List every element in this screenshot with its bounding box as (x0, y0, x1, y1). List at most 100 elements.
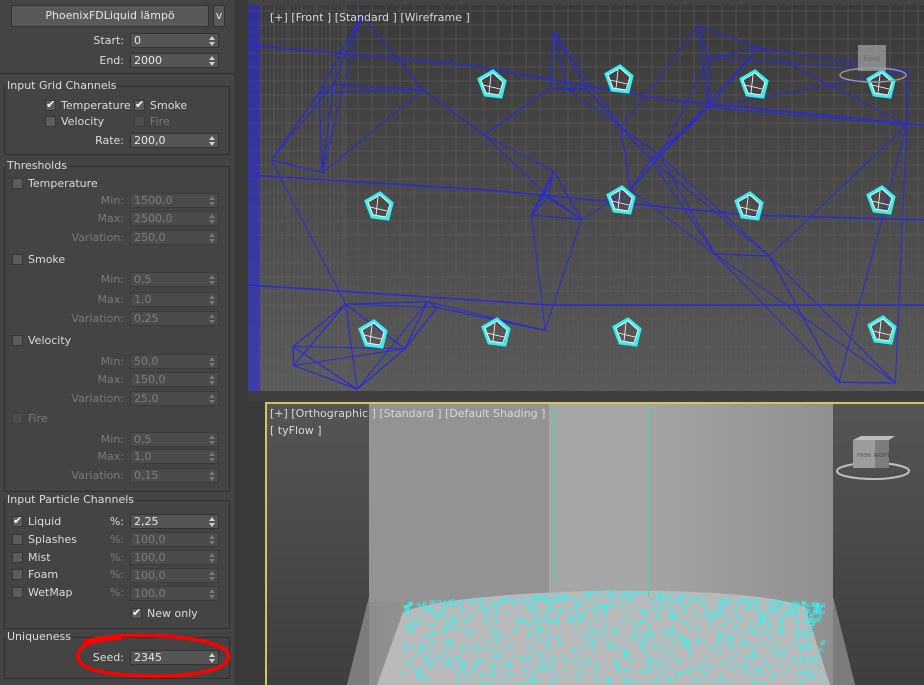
more-button[interactable]: v (213, 5, 225, 27)
smoke-threshold-checkbox[interactable] (12, 254, 23, 265)
orthographic-viewport-canvas[interactable] (265, 402, 924, 685)
smoke-min-spinner[interactable]: 0,5 (130, 272, 219, 287)
foam-pct-spinner[interactable]: 100,0 (130, 568, 219, 583)
viewcube-front-label: FRON (857, 453, 871, 459)
spinner-arrows-icon[interactable] (208, 534, 215, 545)
fire-variation-value: 0,15 (134, 469, 159, 482)
spinner-arrows-icon[interactable] (208, 356, 215, 367)
end-label: End: (99, 54, 124, 67)
front-viewport-canvas[interactable] (248, 5, 924, 391)
front-viewport-label[interactable]: [+] [Front ] [Standard ] [Wireframe ] (270, 11, 470, 24)
wetmap-pct-value: 100,0 (134, 587, 166, 600)
splashes-checkbox[interactable] (12, 534, 23, 545)
liquid-label: Liquid (28, 515, 62, 528)
spinner-arrows-icon[interactable] (208, 374, 215, 385)
modifier-panel: PhoenixFDLiquid lämpö v Start: 0 End: 20… (0, 0, 234, 685)
fire-threshold-checkbox[interactable] (12, 413, 23, 424)
velocity-variation-spinner[interactable]: 25,0 (130, 391, 219, 406)
smoke-channel-checkbox[interactable]: ✔ (134, 98, 145, 111)
velocity-max-label: Max: (97, 373, 124, 386)
start-spinner[interactable]: 0 (130, 33, 219, 48)
velocity-channel-checkbox[interactable] (45, 116, 56, 127)
smoke-min-value: 0,5 (134, 273, 152, 286)
velocity-variation-label: Variation: (71, 392, 124, 405)
spinner-arrows-icon[interactable] (208, 313, 215, 324)
velocity-max-value: 150,0 (134, 373, 166, 386)
object-name-button[interactable]: PhoenixFDLiquid lämpö (11, 5, 209, 27)
spinner-arrows-icon[interactable] (208, 213, 215, 224)
spinner-arrows-icon[interactable] (208, 135, 215, 146)
wetmap-checkbox[interactable] (12, 587, 23, 598)
liquid-checkbox[interactable]: ✔ (12, 514, 23, 527)
spinner-arrows-icon[interactable] (208, 516, 215, 527)
fire-variation-spinner[interactable]: 0,15 (130, 468, 219, 483)
mist-pct-value: 100,0 (134, 551, 166, 564)
new-only-checkbox[interactable]: ✔ (131, 606, 142, 619)
temperature-min-spinner[interactable]: 1500,0 (130, 193, 219, 208)
foam-checkbox[interactable] (12, 569, 23, 580)
spinner-arrows-icon[interactable] (208, 393, 215, 404)
temperature-variation-value: 250,0 (134, 231, 166, 244)
temperature-variation-spinner[interactable]: 250,0 (130, 230, 219, 245)
foam-label: Foam (28, 568, 59, 581)
velocity-min-spinner[interactable]: 50,0 (130, 354, 219, 369)
orthographic-viewport[interactable]: [+] [Orthographic ] [Standard ] [Default… (265, 402, 924, 685)
viewport-splitter-horizontal[interactable] (248, 391, 924, 402)
temperature-min-label: Min: (100, 194, 124, 207)
spinner-arrows-icon[interactable] (208, 570, 215, 581)
fire-min-spinner[interactable]: 0,5 (130, 432, 219, 447)
splashes-pct-spinner[interactable]: 100,0 (130, 532, 219, 547)
fire-max-value: 1,0 (134, 450, 152, 463)
foam-pct-label: %: (109, 568, 124, 581)
spinner-arrows-icon[interactable] (208, 232, 215, 243)
velocity-variation-value: 25,0 (134, 392, 159, 405)
rate-spinner[interactable]: 200,0 (130, 133, 219, 148)
orthographic-viewport-label[interactable]: [+] [Orthographic ] [Standard ] [Default… (270, 407, 545, 420)
spinner-arrows-icon[interactable] (208, 552, 215, 563)
temperature-channel-checkbox[interactable]: ✔ (45, 98, 56, 111)
temperature-threshold-checkbox[interactable] (12, 178, 23, 189)
panel-splitter[interactable] (234, 0, 248, 685)
particle-channels-title: Input Particle Channels (6, 493, 136, 506)
tyflow-label[interactable]: [ tyFlow ] (270, 424, 322, 437)
mist-pct-spinner[interactable]: 100,0 (130, 550, 219, 565)
viewcube-icon[interactable]: front (838, 41, 908, 91)
spinner-arrows-icon[interactable] (208, 35, 215, 46)
fire-max-spinner[interactable]: 1,0 (130, 449, 219, 464)
velocity-min-label: Min: (100, 355, 124, 368)
spinner-arrows-icon[interactable] (208, 470, 215, 481)
spinner-arrows-icon[interactable] (208, 294, 215, 305)
spinner-arrows-icon[interactable] (208, 55, 215, 66)
end-spinner[interactable]: 2000 (130, 53, 219, 68)
thresholds-title: Thresholds (6, 159, 68, 172)
start-value: 0 (134, 34, 141, 47)
new-only-label: New only (147, 607, 198, 620)
mist-checkbox[interactable] (12, 552, 23, 563)
smoke-variation-spinner[interactable]: 0,25 (130, 311, 219, 326)
front-viewport[interactable]: [+] [Front ] [Standard ] [Wireframe ] fr… (248, 5, 924, 391)
viewcube-right-label: RIGHT (874, 453, 891, 459)
spinner-arrows-icon[interactable] (208, 652, 215, 663)
velocity-threshold-checkbox[interactable] (12, 335, 23, 346)
spinner-arrows-icon[interactable] (208, 434, 215, 445)
splashes-label: Splashes (28, 533, 77, 546)
fire-min-value: 0,5 (134, 433, 152, 446)
velocity-threshold-label: Velocity (28, 334, 72, 347)
temperature-variation-label: Variation: (71, 231, 124, 244)
checkmark-icon: ✔ (135, 98, 145, 111)
liquid-pct-spinner[interactable]: 2,25 (130, 514, 219, 529)
spinner-arrows-icon[interactable] (208, 195, 215, 206)
spinner-arrows-icon[interactable] (208, 274, 215, 285)
fire-channel-checkbox[interactable] (134, 116, 145, 127)
viewcube-face-label: front (864, 55, 881, 63)
velocity-max-spinner[interactable]: 150,0 (130, 372, 219, 387)
seed-spinner[interactable]: 2345 (130, 650, 219, 665)
spinner-arrows-icon[interactable] (208, 588, 215, 599)
wetmap-pct-spinner[interactable]: 100,0 (130, 586, 219, 601)
viewcube-icon[interactable]: FRON RIGHT (835, 436, 915, 486)
smoke-max-spinner[interactable]: 1,0 (130, 292, 219, 307)
temperature-min-value: 1500,0 (134, 194, 173, 207)
temperature-max-spinner[interactable]: 2500,0 (130, 211, 219, 226)
spinner-arrows-icon[interactable] (208, 451, 215, 462)
smoke-threshold-label: Smoke (28, 253, 66, 266)
